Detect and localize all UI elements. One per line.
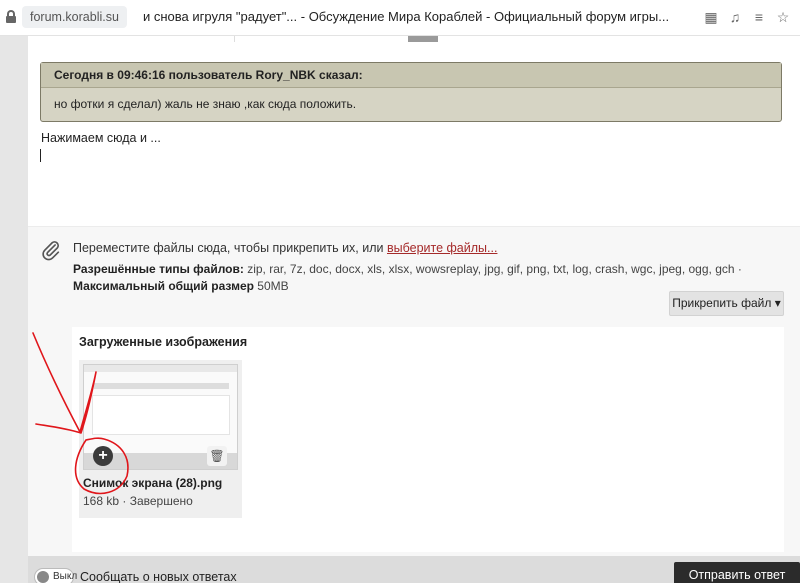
allowed-types: Разрешённые типы файлов: zip, rar, 7z, d… (73, 261, 773, 295)
attach-file-button[interactable]: Прикрепить файл ▾ (669, 291, 784, 316)
editor-text[interactable]: Нажимаем сюда и ... (41, 131, 161, 145)
toggle-label: Выкл (53, 571, 78, 582)
uploaded-images-title: Загруженные изображения (79, 335, 248, 349)
url-bar[interactable]: forum.korabli.su (22, 6, 127, 28)
quote-header: Сегодня в 09:46:16 пользователь Rory_NBK… (41, 63, 781, 88)
quote-block: Сегодня в 09:46:16 пользователь Rory_NBK… (40, 62, 782, 122)
file-meta: 168 kb · Завершено (83, 494, 193, 508)
reply-editor: Сегодня в 09:46:16 пользователь Rory_NBK… (28, 36, 800, 556)
reply-footer: Выкл Сообщать о новых ответах Отправить … (28, 556, 800, 583)
bookmark-list-icon[interactable]: ≡ (751, 9, 767, 25)
notify-label: Сообщать о новых ответах (80, 570, 237, 583)
apps-grid-icon[interactable]: ▦ (703, 9, 719, 25)
types-label: Разрешённые типы файлов: (73, 262, 244, 276)
uploaded-images-section: Загруженные изображения + 🗑 Снимок экран… (72, 327, 784, 552)
toolbar-divider (234, 36, 235, 42)
text-caret (40, 149, 41, 162)
star-icon[interactable]: ☆ (775, 9, 791, 25)
file-name: Снимок экрана (28).png (83, 476, 223, 490)
uploaded-file-card: + 🗑 Снимок экрана (28).png 168 kb · Заве… (79, 360, 242, 518)
quote-body: но фотки я сделал) жаль не знаю ,как сюд… (54, 97, 357, 111)
toggle-knob (37, 571, 49, 583)
max-size-label: Максимальный общий размер (73, 279, 254, 293)
notify-toggle[interactable]: Выкл (34, 568, 78, 583)
editor-toolbar-scroll[interactable] (408, 36, 438, 42)
max-size-value: 50MB (253, 279, 289, 293)
attachment-dropzone[interactable]: Переместите файлы сюда, чтобы прикрепить… (28, 226, 800, 556)
left-gutter (0, 36, 28, 583)
choose-files-link[interactable]: выберите файлы... (387, 241, 497, 255)
dropzone-instruction: Переместите файлы сюда, чтобы прикрепить… (73, 241, 387, 255)
lock-icon (6, 10, 16, 23)
send-reply-button[interactable]: Отправить ответ (674, 562, 800, 583)
browser-toolbar: forum.korabli.su и снова игруля "радует"… (0, 0, 800, 36)
insert-image-button[interactable]: + (93, 446, 113, 466)
types-list: zip, rar, 7z, doc, docx, xls, xlsx, wows… (243, 262, 742, 276)
page-title: и снова игруля "радует"... - Обсуждение … (143, 9, 670, 24)
delete-image-button[interactable]: 🗑 (207, 446, 227, 466)
paperclip-icon (42, 241, 60, 261)
headphones-icon[interactable]: ♫ (727, 9, 743, 25)
dropzone-text: Переместите файлы сюда, чтобы прикрепить… (73, 241, 497, 255)
